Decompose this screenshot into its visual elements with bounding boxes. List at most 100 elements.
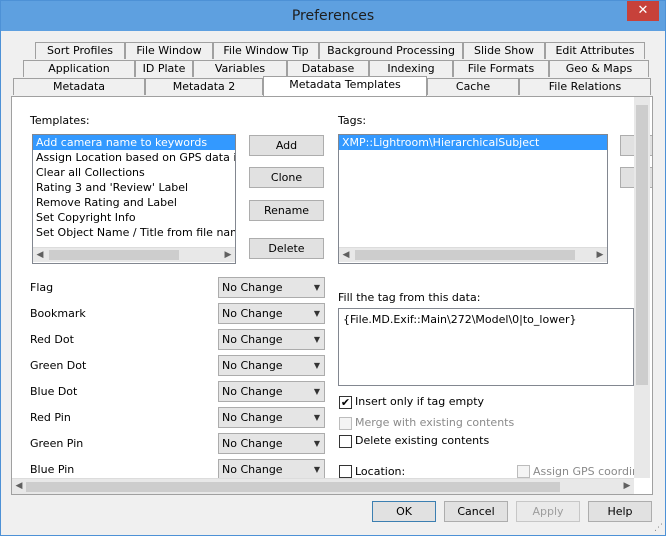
chevron-down-icon: ▼ bbox=[313, 361, 320, 370]
select-value: No Change bbox=[222, 385, 283, 398]
select-value: No Change bbox=[222, 437, 283, 450]
red-dot-select[interactable]: No Change ▼ bbox=[218, 329, 325, 350]
chevron-down-icon: ▼ bbox=[313, 465, 320, 474]
merge-label: Merge with existing contents bbox=[355, 416, 515, 429]
cancel-button[interactable]: Cancel bbox=[444, 501, 508, 522]
scroll-left-icon[interactable]: ◀ bbox=[12, 479, 26, 493]
attribute-label: Red Dot bbox=[30, 333, 74, 346]
templates-hscroll[interactable]: ◀ ▶ bbox=[33, 247, 235, 262]
chevron-down-icon: ▼ bbox=[313, 283, 320, 292]
title-bar[interactable]: Preferences ✕ bbox=[1, 1, 665, 31]
bookmark-select[interactable]: No Change ▼ bbox=[218, 303, 325, 324]
scroll-left-icon[interactable]: ◀ bbox=[339, 248, 353, 262]
tab-background-processing[interactable]: Background Processing bbox=[319, 42, 463, 59]
chevron-down-icon: ▼ bbox=[313, 335, 320, 344]
template-item[interactable]: Rating 3 and 'Review' Label bbox=[33, 180, 235, 195]
tags-list[interactable]: XMP::Lightroom\HierarchicalSubject ◀ ▶ bbox=[338, 134, 608, 264]
tab-metadata-templates[interactable]: Metadata Templates bbox=[263, 76, 427, 96]
select-value: No Change bbox=[222, 281, 283, 294]
assign-gps-label: Assign GPS coordinat bbox=[533, 465, 651, 478]
fill-tag-value: {File.MD.Exif::Main\272\Model\0|to_lower… bbox=[343, 313, 577, 326]
tab-edit-attributes[interactable]: Edit Attributes bbox=[545, 42, 645, 59]
chevron-down-icon: ▼ bbox=[313, 387, 320, 396]
tab-file-formats[interactable]: File Formats bbox=[453, 60, 549, 77]
tag-item[interactable]: XMP::Lightroom\HierarchicalSubject bbox=[339, 135, 607, 150]
window-title: Preferences bbox=[291, 8, 375, 24]
chevron-down-icon: ▼ bbox=[313, 309, 320, 318]
template-item[interactable]: Assign Location based on GPS data in bbox=[33, 150, 235, 165]
template-item[interactable]: Remove Rating and Label bbox=[33, 195, 235, 210]
panel-vscroll[interactable] bbox=[634, 97, 650, 478]
attribute-label: Blue Dot bbox=[30, 385, 78, 398]
scroll-right-icon[interactable]: ▶ bbox=[620, 479, 634, 493]
flag-select[interactable]: No Change ▼ bbox=[218, 277, 325, 298]
delete-existing-label: Delete existing contents bbox=[355, 434, 490, 447]
red-pin-select[interactable]: No Change ▼ bbox=[218, 407, 325, 428]
close-button[interactable]: ✕ bbox=[627, 1, 659, 21]
attribute-label: Bookmark bbox=[30, 307, 86, 320]
tab-file-window-tip[interactable]: File Window Tip bbox=[213, 42, 319, 59]
green-dot-select[interactable]: No Change ▼ bbox=[218, 355, 325, 376]
location-checkbox[interactable] bbox=[339, 465, 352, 478]
insert-only-label: Insert only if tag empty bbox=[355, 395, 485, 408]
templates-hscroll-thumb[interactable] bbox=[49, 250, 179, 260]
tab-indexing[interactable]: Indexing bbox=[369, 60, 453, 77]
chevron-down-icon: ▼ bbox=[313, 439, 320, 448]
template-item[interactable]: Set Copyright Info bbox=[33, 210, 235, 225]
clone-template-button[interactable]: Clone bbox=[249, 167, 324, 188]
fill-tag-textarea[interactable]: {File.MD.Exif::Main\272\Model\0|to_lower… bbox=[338, 308, 634, 386]
location-label: Location: bbox=[355, 465, 406, 478]
tab-metadata-2[interactable]: Metadata 2 bbox=[145, 78, 263, 95]
scroll-left-icon[interactable]: ◀ bbox=[33, 248, 47, 262]
select-value: No Change bbox=[222, 307, 283, 320]
tab-sort-profiles[interactable]: Sort Profiles bbox=[35, 42, 125, 59]
tab-metadata[interactable]: Metadata bbox=[13, 78, 145, 95]
templates-label: Templates: bbox=[30, 114, 90, 127]
tab-id-plate[interactable]: ID Plate bbox=[135, 60, 193, 77]
tab-file-relations[interactable]: File Relations bbox=[519, 78, 651, 95]
select-value: No Change bbox=[222, 333, 283, 346]
preferences-window: Preferences ✕ Sort Profiles File Window … bbox=[0, 0, 666, 536]
rename-template-button[interactable]: Rename bbox=[249, 200, 324, 221]
tags-label: Tags: bbox=[338, 114, 367, 127]
assign-gps-checkbox[interactable] bbox=[517, 465, 530, 478]
tab-database[interactable]: Database bbox=[287, 60, 369, 77]
template-item[interactable]: Add camera name to keywords bbox=[33, 135, 235, 150]
fill-tag-label: Fill the tag from this data: bbox=[338, 291, 481, 304]
tab-variables[interactable]: Variables bbox=[193, 60, 287, 77]
select-value: No Change bbox=[222, 359, 283, 372]
metadata-templates-panel: Templates: Add camera name to keywords A… bbox=[11, 96, 653, 495]
add-template-button[interactable]: Add bbox=[249, 135, 324, 156]
template-item[interactable]: Set Object Name / Title from file nam bbox=[33, 225, 235, 240]
green-pin-select[interactable]: No Change ▼ bbox=[218, 433, 325, 454]
panel-hscroll[interactable]: ◀ ▶ bbox=[12, 478, 634, 494]
resize-grip-icon[interactable]: ⋰ bbox=[654, 523, 663, 533]
tab-application[interactable]: Application bbox=[23, 60, 135, 77]
templates-list[interactable]: Add camera name to keywords Assign Locat… bbox=[32, 134, 236, 264]
tab-slide-show[interactable]: Slide Show bbox=[463, 42, 545, 59]
insert-only-checkbox[interactable]: ✔ bbox=[339, 396, 352, 409]
blue-dot-select[interactable]: No Change ▼ bbox=[218, 381, 325, 402]
tab-cache[interactable]: Cache bbox=[427, 78, 519, 95]
delete-template-button[interactable]: Delete bbox=[249, 238, 324, 259]
attribute-label: Red Pin bbox=[30, 411, 71, 424]
tags-hscroll[interactable]: ◀ ▶ bbox=[339, 247, 607, 262]
help-button[interactable]: Help bbox=[588, 501, 652, 522]
attribute-label: Green Dot bbox=[30, 359, 87, 372]
panel-hscroll-thumb[interactable] bbox=[26, 482, 560, 492]
tab-geo-maps[interactable]: Geo & Maps bbox=[549, 60, 649, 77]
delete-existing-checkbox[interactable] bbox=[339, 435, 352, 448]
template-item[interactable]: Clear all Collections bbox=[33, 165, 235, 180]
tab-file-window[interactable]: File Window bbox=[125, 42, 213, 59]
scroll-right-icon[interactable]: ▶ bbox=[593, 248, 607, 262]
ok-button[interactable]: OK bbox=[372, 501, 436, 522]
tags-hscroll-thumb[interactable] bbox=[355, 250, 575, 260]
attribute-label: Green Pin bbox=[30, 437, 84, 450]
merge-checkbox[interactable] bbox=[339, 417, 352, 430]
apply-button[interactable]: Apply bbox=[516, 501, 580, 522]
scroll-right-icon[interactable]: ▶ bbox=[221, 248, 235, 262]
select-value: No Change bbox=[222, 411, 283, 424]
attribute-label: Blue Pin bbox=[30, 463, 75, 476]
blue-pin-select[interactable]: No Change ▼ bbox=[218, 459, 325, 480]
panel-vscroll-thumb[interactable] bbox=[636, 105, 648, 385]
